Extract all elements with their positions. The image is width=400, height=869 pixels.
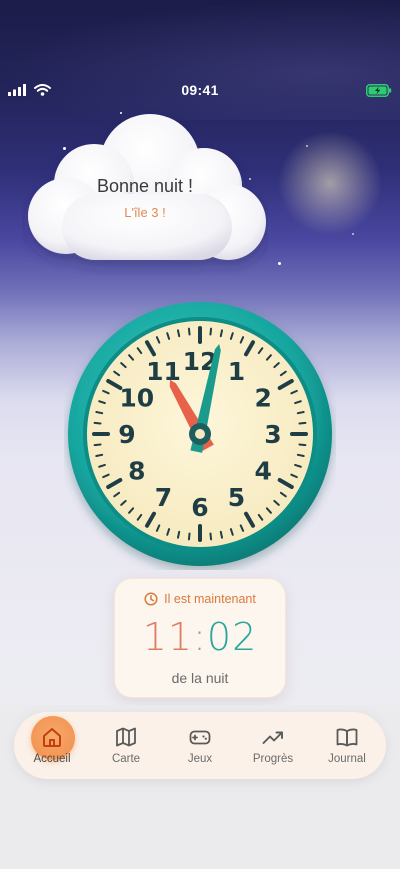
clock-number: 8 — [128, 457, 145, 486]
greeting-subtitle: L'île 3 ! — [124, 205, 166, 220]
nav-item-progress[interactable]: Progrès — [237, 712, 309, 779]
clock-number: 5 — [228, 483, 245, 512]
nav-item-journal[interactable]: Journal — [311, 712, 383, 779]
minute-tick — [187, 532, 191, 541]
clock-number: 9 — [118, 420, 135, 449]
clock-icon — [144, 592, 158, 606]
digital-time: 11:02 — [115, 615, 285, 659]
digital-minutes: 02 — [206, 615, 258, 659]
moon-illustration — [278, 131, 382, 235]
digital-hours: 11 — [142, 615, 194, 659]
clock-number: 4 — [255, 457, 272, 486]
nav-item-home[interactable]: Accueil — [16, 712, 88, 779]
current-time-card: Il est maintenant 11:02 de la nuit — [114, 578, 286, 698]
nav-label-games: Jeux — [187, 753, 213, 765]
minute-tick — [176, 530, 181, 539]
greeting-title: Bonne nuit ! — [96, 176, 194, 196]
time-period: de la nuit — [171, 670, 229, 686]
clock-number: 2 — [255, 384, 272, 413]
nav-label-journal: Journal — [328, 753, 366, 765]
nav-item-map[interactable]: Carte — [90, 712, 162, 779]
minute-tick — [209, 327, 213, 336]
clock-number: 6 — [191, 493, 208, 522]
map-icon — [116, 727, 136, 747]
status-bar: 09:41 — [0, 78, 400, 102]
minute-tick — [298, 443, 307, 447]
minute-tick — [219, 530, 224, 539]
clock-number: 10 — [119, 384, 154, 413]
star — [278, 262, 281, 265]
sky-glow — [0, 0, 400, 120]
nav-label-home: Accueil — [33, 753, 71, 765]
minute-tick — [95, 410, 104, 415]
nav-label-progress: Progrès — [252, 753, 294, 765]
status-time: 09:41 — [181, 82, 219, 98]
analog-clock: 12 1234567891011 — [68, 302, 332, 566]
time-card-label-row: Il est maintenant — [115, 592, 285, 606]
clock-number: 7 — [155, 483, 172, 512]
clock-number: 3 — [264, 420, 281, 449]
clock-number: 11 — [146, 357, 181, 386]
bottom-navigation: Accueil Carte Jeux Progrès Journal — [14, 712, 386, 779]
nav-item-games[interactable]: Jeux — [164, 712, 236, 779]
minute-tick — [296, 410, 305, 415]
minute-tick — [209, 532, 213, 541]
home-icon — [43, 728, 61, 747]
minute-tick — [296, 453, 305, 458]
digital-separator: : — [193, 615, 207, 659]
clock-number: 1 — [228, 357, 245, 386]
nav-label-map: Carte — [111, 753, 141, 765]
clock-center-dot — [195, 429, 205, 439]
gamepad-icon — [189, 730, 211, 745]
minute-tick — [176, 329, 181, 338]
minute-tick — [93, 421, 102, 425]
minute-tick — [95, 453, 104, 458]
minute-tick — [93, 443, 102, 447]
book-icon — [336, 728, 358, 747]
trending-up-icon — [262, 731, 283, 744]
time-card-label: Il est maintenant — [164, 592, 256, 606]
minute-tick — [298, 421, 307, 425]
minute-tick — [219, 329, 224, 338]
minute-tick — [187, 327, 191, 336]
